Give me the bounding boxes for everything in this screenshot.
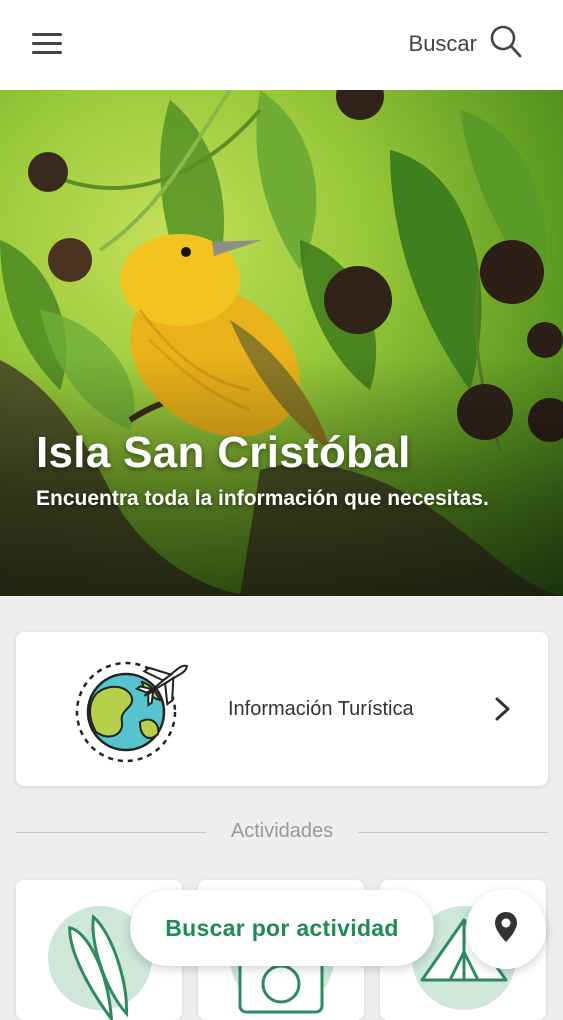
location-pin-icon	[493, 910, 519, 949]
top-header: Buscar	[0, 0, 563, 90]
search-label: Buscar	[408, 31, 477, 56]
hero-title: Isla San Cristóbal	[36, 428, 411, 477]
divider-line-right	[358, 832, 548, 833]
hero-subtitle: Encuentra toda la información que necesi…	[36, 487, 489, 510]
search-by-activity-button[interactable]: Buscar por actividad	[130, 890, 434, 966]
search-button[interactable]: Buscar	[409, 24, 523, 64]
globe-airplane-icon	[74, 652, 204, 771]
map-button[interactable]	[466, 889, 546, 969]
tourist-info-label: Información Turística	[228, 698, 414, 720]
search-by-activity-label: Buscar por actividad	[165, 914, 399, 941]
search-icon	[489, 24, 523, 65]
activities-divider: Actividades	[16, 818, 548, 846]
hero-banner: Isla San Cristóbal Encuentra toda la inf…	[0, 90, 563, 596]
tourist-info-card[interactable]: Información Turística	[16, 632, 548, 786]
chevron-right-icon	[494, 696, 512, 727]
hamburger-menu-icon[interactable]	[30, 30, 66, 58]
